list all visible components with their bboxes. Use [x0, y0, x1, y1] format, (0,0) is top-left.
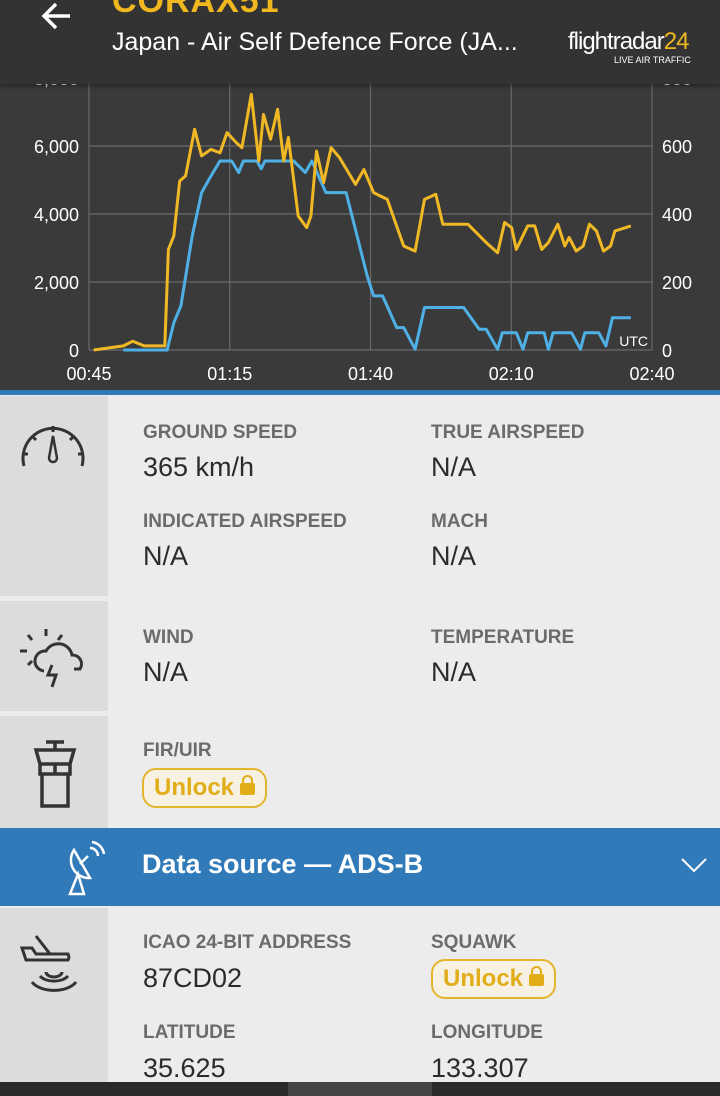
x-tick-label: 01:40: [348, 364, 393, 384]
chart-divider: [0, 390, 720, 395]
lock-icon: [529, 966, 545, 986]
ground-speed-label: GROUND SPEED: [143, 422, 298, 443]
squawk-label: SQUAWK: [431, 932, 517, 953]
speed-line: [93, 92, 632, 352]
weather-icon: [20, 629, 84, 688]
fir-section: FIR/UIR Unlock: [0, 716, 720, 828]
satellite-dish-icon: [68, 840, 106, 896]
lock-icon: [240, 775, 256, 795]
logo-tagline: LIVE AIR TRAFFIC: [614, 55, 691, 65]
y-right-tick-label: 200: [662, 273, 692, 293]
x-tick-label: 00:45: [66, 364, 111, 384]
x-tick-label: 02:40: [629, 364, 674, 384]
longitude-label: LONGITUDE: [431, 1022, 543, 1043]
y-left-tick-label: 2,000: [34, 273, 79, 293]
control-tower-icon: [33, 740, 77, 808]
temperature-value: N/A: [431, 657, 477, 687]
x-tick-label: 02:10: [489, 364, 534, 384]
app-header: CORAX51 Japan - Air Self Defence Force (…: [0, 0, 720, 84]
latitude-label: LATITUDE: [143, 1022, 236, 1043]
fir-uir-label: FIR/UIR: [143, 740, 212, 761]
speedometer-icon: [21, 426, 85, 467]
indicated-airspeed-value: N/A: [143, 541, 189, 571]
altitude-speed-chart: 002,0002004,0004006,0006008,00080000:450…: [0, 69, 720, 390]
data-source-header[interactable]: Data source — ADS-B: [0, 828, 720, 906]
x-tick-label: 01:15: [207, 364, 252, 384]
flightradar24-logo: flightradar24: [568, 28, 689, 55]
ground-speed-value: 365 km/h: [143, 452, 255, 482]
true-airspeed-value: N/A: [431, 452, 477, 482]
flight-callsign: CORAX51: [112, 0, 280, 20]
y-right-tick-label: 0: [662, 341, 672, 361]
y-right-tick-label: 600: [662, 137, 692, 157]
y-left-tick-label: 4,000: [34, 205, 79, 225]
latitude-value: 35.625: [143, 1053, 226, 1083]
adsb-section: ICAO 24-BIT ADDRESS 87CD02 SQUAWK Unlock…: [0, 908, 720, 1083]
chevron-down-icon[interactable]: [680, 856, 708, 874]
icao-address-value: 87CD02: [143, 963, 243, 993]
temperature-label: TEMPERATURE: [431, 627, 575, 648]
true-airspeed-label: TRUE AIRSPEED: [431, 422, 585, 443]
speed-section: GROUND SPEED 365 km/h TRUE AIRSPEED N/A …: [0, 396, 720, 596]
y-left-tick-label: 6,000: [34, 137, 79, 157]
longitude-value: 133.307: [431, 1053, 529, 1083]
system-nav-bar: [0, 1082, 720, 1096]
data-source-label: Data source — ADS-B: [142, 849, 424, 879]
back-arrow-icon[interactable]: [36, 0, 80, 40]
icao-address-label: ICAO 24-BIT ADDRESS: [143, 932, 352, 953]
aircraft-signal-icon: [19, 935, 78, 992]
y-right-tick-label: 400: [662, 205, 692, 225]
weather-section: WIND N/A TEMPERATURE N/A: [0, 601, 720, 711]
operator-name: Japan - Air Self Defence Force (JA...: [112, 28, 518, 56]
wind-value: N/A: [143, 657, 189, 687]
mach-value: N/A: [431, 541, 477, 571]
fir-unlock-button[interactable]: Unlock: [142, 768, 268, 808]
altitude-line: [123, 159, 631, 352]
wind-label: WIND: [143, 627, 194, 648]
home-indicator[interactable]: [288, 1082, 432, 1096]
squawk-unlock-button[interactable]: Unlock: [431, 959, 557, 999]
y-left-tick-label: 0: [69, 341, 79, 361]
utc-label: UTC: [619, 333, 648, 349]
indicated-airspeed-label: INDICATED AIRSPEED: [143, 511, 347, 532]
mach-label: MACH: [431, 511, 488, 532]
